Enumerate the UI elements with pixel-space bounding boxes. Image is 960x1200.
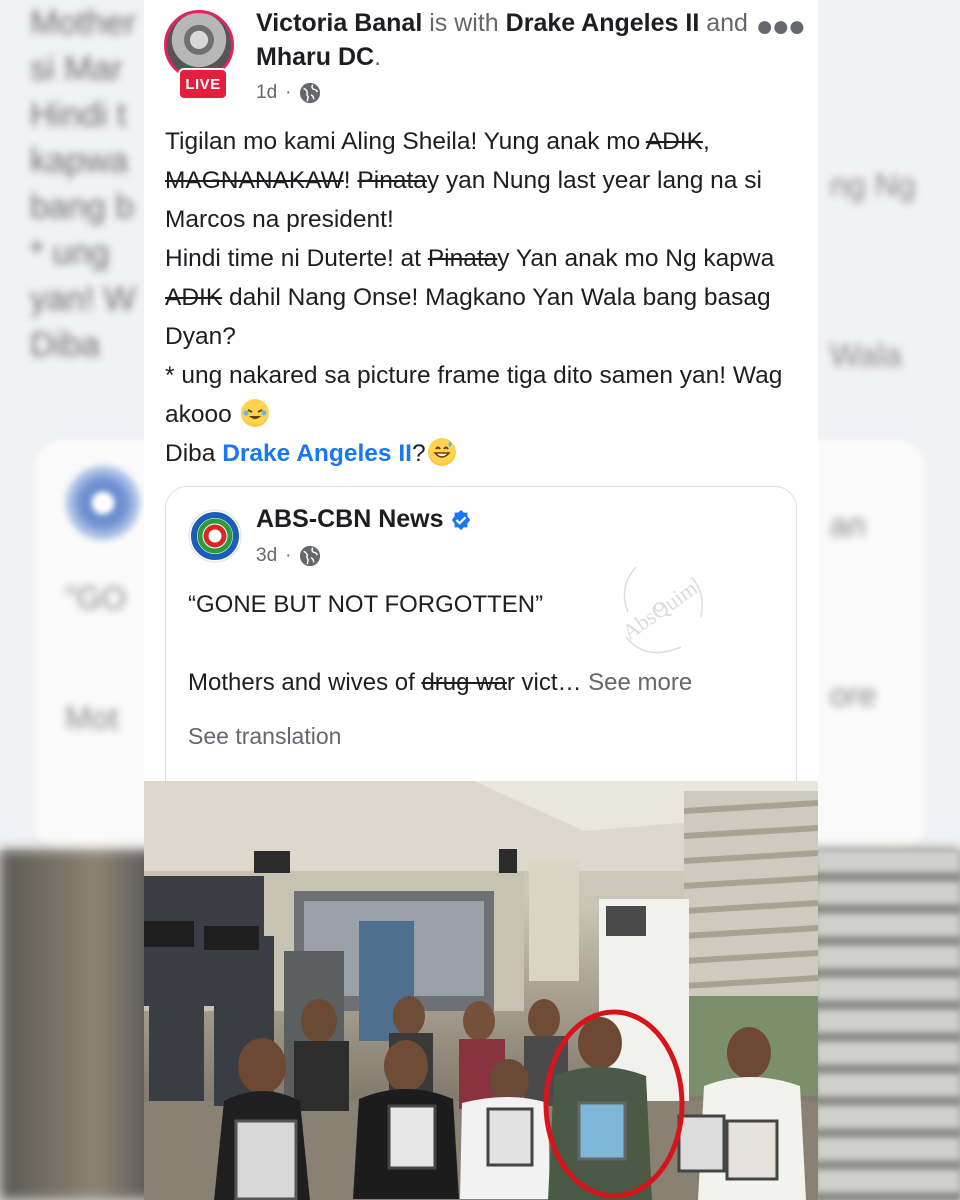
backdrop-card-headline: "GO (65, 580, 127, 616)
period: . (374, 43, 382, 71)
post-body-line: * ung nakared sa picture frame tiga dito… (165, 362, 783, 428)
shared-page-name-text[interactable]: ABS-CBN News (256, 505, 444, 534)
rolling-laughing-emoji-icon (240, 399, 269, 427)
tagged-person-2[interactable]: Mharu DC (256, 43, 374, 71)
strikethrough-word: Pinata (357, 167, 427, 194)
post-body-line: Hindi time ni Duterte! at Pinatay Yan an… (165, 245, 775, 350)
author-avatar[interactable]: LIVE (164, 10, 240, 100)
strikethrough-word: ADIK (645, 128, 703, 155)
post-header: LIVE Victoria Banal is with Drake Angele… (164, 6, 806, 106)
backdrop-blinds-blur (815, 850, 960, 1200)
shared-meta: 3d · (256, 545, 321, 567)
shared-headline: “GONE BUT NOT FORGOTTEN” (188, 591, 544, 618)
post-body-line: Diba Drake Angeles II? (165, 434, 795, 473)
with-text: is with (429, 9, 499, 37)
photo-speaker (499, 849, 517, 873)
photo-blinds (684, 791, 818, 1001)
backdrop-ghost-right: ng Ng Wala an ore (830, 167, 916, 713)
tagged-person-1[interactable]: Drake Angeles II (506, 9, 700, 37)
author-line: Victoria Banal is with Drake Angeles II … (256, 6, 756, 74)
photo-left-blinds (529, 861, 579, 981)
strikethrough-word: MAGNANAKAW (165, 167, 344, 194)
watermark-text: AbsQuim (617, 575, 701, 645)
shared-time[interactable]: 3d (256, 545, 277, 567)
strikethrough-word: Pinata (427, 245, 498, 272)
photo-illustration (144, 781, 818, 1200)
photo-clock (254, 851, 290, 873)
globe-icon (300, 545, 321, 567)
mention-link[interactable]: Drake Angeles II (222, 440, 412, 467)
abs-cbn-logo-icon[interactable] (188, 509, 242, 563)
shared-description: Mothers and wives of drug war vict… See … (188, 669, 693, 696)
verified-badge-icon (451, 509, 470, 530)
post-time[interactable]: 1d (256, 82, 277, 104)
photo-aircon-vent (606, 906, 646, 936)
post-meta: 1d · (256, 82, 321, 104)
more-dots-icon[interactable]: ●●● (756, 10, 806, 44)
shared-page-name: ABS-CBN News (256, 505, 472, 534)
globe-icon (300, 82, 321, 104)
author-name[interactable]: Victoria Banal (256, 9, 422, 37)
strikethrough-word: ADIK (165, 284, 223, 311)
post-body-line: Tigilan mo kami Aling Sheila! Yung anak … (165, 128, 762, 233)
grinning-sweat-emoji-icon (427, 438, 456, 466)
see-more-link[interactable]: See more (588, 669, 692, 696)
backdrop-card-desc: Mot (65, 700, 119, 736)
live-badge: LIVE (178, 68, 228, 100)
strikethrough-word: drug wa (421, 669, 507, 696)
backdrop-logo-icon (65, 465, 141, 541)
shared-post-card[interactable]: ABS-CBN News 3d · “GONE BUT NOT FORGOTTE… (165, 486, 797, 808)
see-translation-link[interactable]: See translation (188, 723, 341, 750)
facebook-post: LIVE Victoria Banal is with Drake Angele… (144, 0, 818, 1200)
and-text: and (706, 9, 748, 37)
watermark-logo-icon: AbsQuim (617, 566, 703, 654)
post-body: Tigilan mo kami Aling Sheila! Yung anak … (165, 122, 795, 473)
shared-post-photo[interactable] (144, 781, 818, 1200)
